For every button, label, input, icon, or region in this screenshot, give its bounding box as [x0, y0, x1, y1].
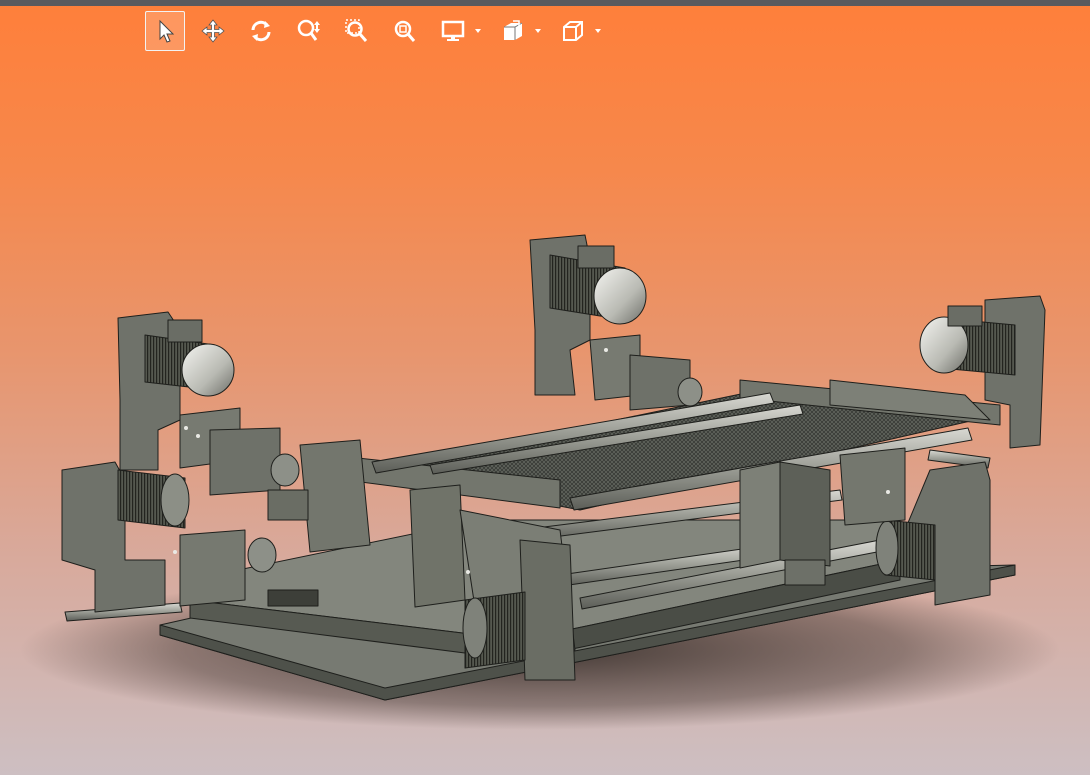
top-center-motor-cap[interactable]	[593, 267, 647, 325]
center-bracket[interactable]	[784, 559, 826, 586]
center-left-cylinder[interactable]	[267, 489, 309, 521]
center-gearbox-side	[779, 461, 831, 567]
left-upper-terminal-box[interactable]	[167, 319, 203, 343]
center-left-clamp[interactable]	[299, 439, 371, 553]
front-motor-cap[interactable]	[462, 597, 488, 659]
left-lower-coupling[interactable]	[247, 537, 277, 573]
top-right-terminal-box[interactable]	[947, 305, 983, 327]
left-gearbox[interactable]	[209, 427, 281, 496]
bolt	[886, 490, 890, 494]
bolt	[173, 550, 177, 554]
right-gearbox[interactable]	[839, 447, 906, 526]
cad-model[interactable]	[0, 0, 1090, 775]
center-gearbox[interactable]	[739, 461, 781, 569]
bolt	[184, 426, 188, 430]
bolt	[466, 570, 470, 574]
top-center-coupling[interactable]	[677, 377, 703, 407]
3d-viewport[interactable]	[0, 0, 1090, 775]
center-tower-front[interactable]	[519, 539, 576, 681]
center-tower-left[interactable]	[409, 484, 466, 608]
left-coupling[interactable]	[270, 453, 300, 487]
left-lower-gearbox[interactable]	[179, 529, 246, 607]
right-lower-motor-cap[interactable]	[875, 520, 899, 576]
top-center-terminal-box[interactable]	[577, 245, 615, 269]
bolt	[196, 434, 200, 438]
frame-slot	[267, 589, 319, 607]
left-lower-motor-cap[interactable]	[160, 473, 190, 527]
bolt	[604, 348, 608, 352]
left-upper-motor-cap[interactable]	[181, 343, 235, 397]
